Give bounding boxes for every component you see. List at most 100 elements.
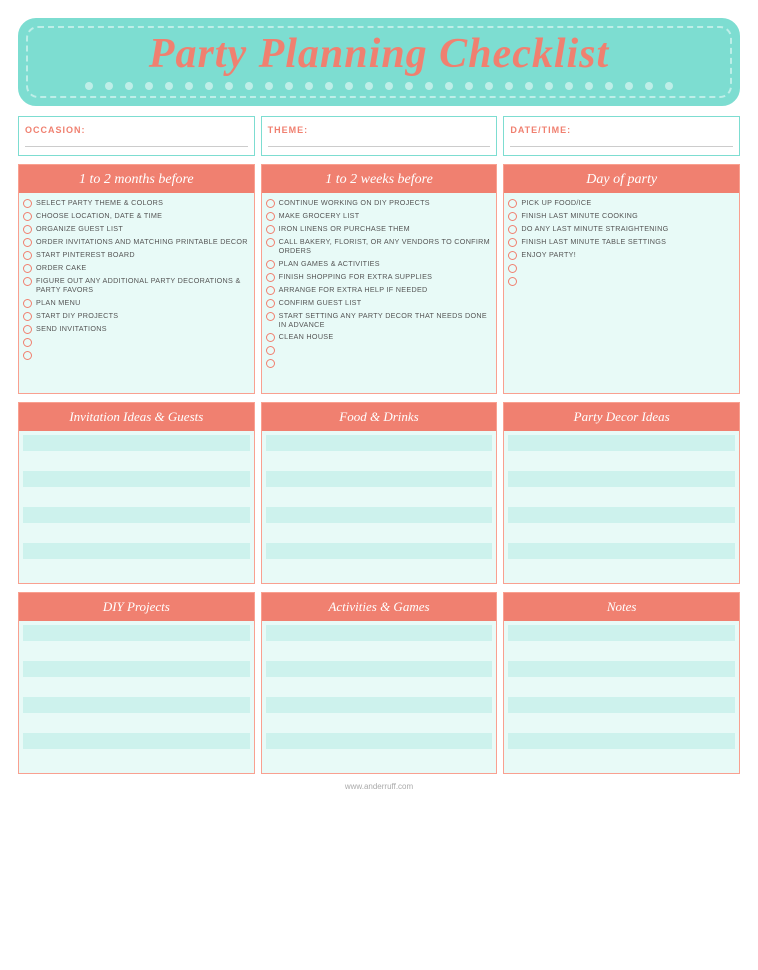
occasion-cell: OCCASION: bbox=[18, 116, 255, 156]
checkbox[interactable] bbox=[23, 264, 32, 273]
stripe-line bbox=[266, 561, 493, 577]
stripe-line bbox=[266, 679, 493, 695]
footer: www.anderruff.com bbox=[18, 782, 740, 791]
checkbox[interactable] bbox=[508, 277, 517, 286]
checkbox[interactable] bbox=[266, 273, 275, 282]
checkbox[interactable] bbox=[266, 359, 275, 368]
list-item: FIGURE OUT ANY ADDITIONAL PARTY DECORATI… bbox=[23, 276, 250, 295]
col-day-of-party: Day of party PICK UP FOOD/ICEFINISH LAST… bbox=[503, 164, 740, 394]
party-decor-body bbox=[504, 431, 739, 583]
info-row: OCCASION: THEME: DATE/TIME: bbox=[18, 116, 740, 156]
stripe-line bbox=[508, 543, 735, 559]
list-item: MAKE GROCERY LIST bbox=[266, 211, 493, 221]
checkbox[interactable] bbox=[508, 238, 517, 247]
checkbox[interactable] bbox=[266, 212, 275, 221]
activities-games-header: Activities & Games bbox=[262, 593, 497, 621]
checkbox[interactable] bbox=[266, 225, 275, 234]
list-item: PLAN GAMES & ACTIVITIES bbox=[266, 259, 493, 269]
col2-header: 1 to 2 weeks before bbox=[262, 165, 497, 193]
stripe-line bbox=[23, 715, 250, 731]
stripe-line bbox=[508, 697, 735, 713]
checkbox[interactable] bbox=[508, 212, 517, 221]
checkbox[interactable] bbox=[266, 260, 275, 269]
list-item-empty bbox=[508, 276, 735, 286]
notes-col: Notes bbox=[503, 592, 740, 774]
stripe-line bbox=[266, 525, 493, 541]
stripe-line bbox=[23, 751, 250, 767]
checkbox[interactable] bbox=[508, 199, 517, 208]
stripe-line bbox=[23, 697, 250, 713]
stripe-line bbox=[266, 453, 493, 469]
checklist-row: 1 to 2 months before SELECT PARTY THEME … bbox=[18, 164, 740, 394]
list-item: ARRANGE FOR EXTRA HELP IF NEEDED bbox=[266, 285, 493, 295]
checkbox[interactable] bbox=[266, 333, 275, 342]
item-text: CALL BAKERY, FLORIST, OR ANY VENDORS TO … bbox=[279, 237, 493, 256]
checkbox[interactable] bbox=[266, 286, 275, 295]
checkbox[interactable] bbox=[23, 238, 32, 247]
checkbox[interactable] bbox=[23, 338, 32, 347]
checkbox[interactable] bbox=[23, 299, 32, 308]
stripe-line bbox=[266, 507, 493, 523]
col2-body: CONTINUE WORKING ON DIY PROJECTS MAKE GRO… bbox=[262, 193, 497, 393]
checkbox[interactable] bbox=[23, 277, 32, 286]
checkbox[interactable] bbox=[266, 312, 275, 321]
food-drinks-title: Food & Drinks bbox=[339, 409, 418, 424]
checkbox[interactable] bbox=[23, 325, 32, 334]
checkbox[interactable] bbox=[23, 212, 32, 221]
checkbox[interactable] bbox=[23, 351, 32, 360]
stripe-line bbox=[23, 507, 250, 523]
col1-body: SELECT PARTY THEME & COLORSCHOOSE LOCATI… bbox=[19, 193, 254, 393]
item-text: CONFIRM GUEST LIST bbox=[279, 298, 362, 307]
checkbox[interactable] bbox=[266, 346, 275, 355]
checkbox[interactable] bbox=[23, 225, 32, 234]
food-drinks-body bbox=[262, 431, 497, 583]
checkbox[interactable] bbox=[266, 238, 275, 247]
item-text: SEND INVITATIONS bbox=[36, 324, 107, 333]
item-text: FINISH LAST MINUTE COOKING bbox=[521, 211, 638, 220]
stripe-line bbox=[266, 733, 493, 749]
notes-body bbox=[504, 621, 739, 773]
checkbox[interactable] bbox=[266, 299, 275, 308]
checkbox[interactable] bbox=[266, 199, 275, 208]
item-text: START PINTEREST BOARD bbox=[36, 250, 135, 259]
stripe-line bbox=[23, 679, 250, 695]
stripe-line bbox=[23, 561, 250, 577]
checkbox[interactable] bbox=[508, 251, 517, 260]
stripe-line bbox=[23, 435, 250, 451]
checkbox[interactable] bbox=[23, 199, 32, 208]
stripe-line bbox=[508, 715, 735, 731]
list-item: SEND INVITATIONS bbox=[23, 324, 250, 334]
datetime-label: DATE/TIME: bbox=[510, 125, 571, 135]
item-text: MAKE GROCERY LIST bbox=[279, 211, 360, 220]
list-item: SELECT PARTY THEME & COLORS bbox=[23, 198, 250, 208]
list-item-empty bbox=[266, 345, 493, 355]
item-text: ORGANIZE GUEST LIST bbox=[36, 224, 123, 233]
checkbox[interactable] bbox=[23, 312, 32, 321]
food-drinks-header: Food & Drinks bbox=[262, 403, 497, 431]
item-text: SELECT PARTY THEME & COLORS bbox=[36, 198, 163, 207]
party-decor-header: Party Decor Ideas bbox=[504, 403, 739, 431]
notes-header: Notes bbox=[504, 593, 739, 621]
stripe-line bbox=[23, 489, 250, 505]
page-header: Party Planning Checklist bbox=[18, 18, 740, 106]
stripe-line bbox=[508, 471, 735, 487]
item-text: ORDER CAKE bbox=[36, 263, 87, 272]
col-1-to-2-weeks: 1 to 2 weeks before CONTINUE WORKING ON … bbox=[261, 164, 498, 394]
invitation-ideas-body bbox=[19, 431, 254, 583]
list-item: START SETTING ANY PARTY DECOR THAT NEEDS… bbox=[266, 311, 493, 330]
list-item: CONTINUE WORKING ON DIY PROJECTS bbox=[266, 198, 493, 208]
item-text: DO ANY LAST MINUTE STRAIGHTENING bbox=[521, 224, 668, 233]
item-text: FIGURE OUT ANY ADDITIONAL PARTY DECORATI… bbox=[36, 276, 250, 295]
checkbox[interactable] bbox=[23, 251, 32, 260]
stripe-line bbox=[23, 733, 250, 749]
item-text: START DIY PROJECTS bbox=[36, 311, 118, 320]
list-item: ORDER CAKE bbox=[23, 263, 250, 273]
col1-header: 1 to 2 months before bbox=[19, 165, 254, 193]
list-item: DO ANY LAST MINUTE STRAIGHTENING bbox=[508, 224, 735, 234]
checkbox[interactable] bbox=[508, 264, 517, 273]
decorative-dots bbox=[40, 82, 718, 90]
occasion-label: OCCASION: bbox=[25, 125, 86, 135]
item-text: PICK UP FOOD/ICE bbox=[521, 198, 591, 207]
checkbox[interactable] bbox=[508, 225, 517, 234]
list-item: ORDER INVITATIONS AND MATCHING PRINTABLE… bbox=[23, 237, 250, 247]
